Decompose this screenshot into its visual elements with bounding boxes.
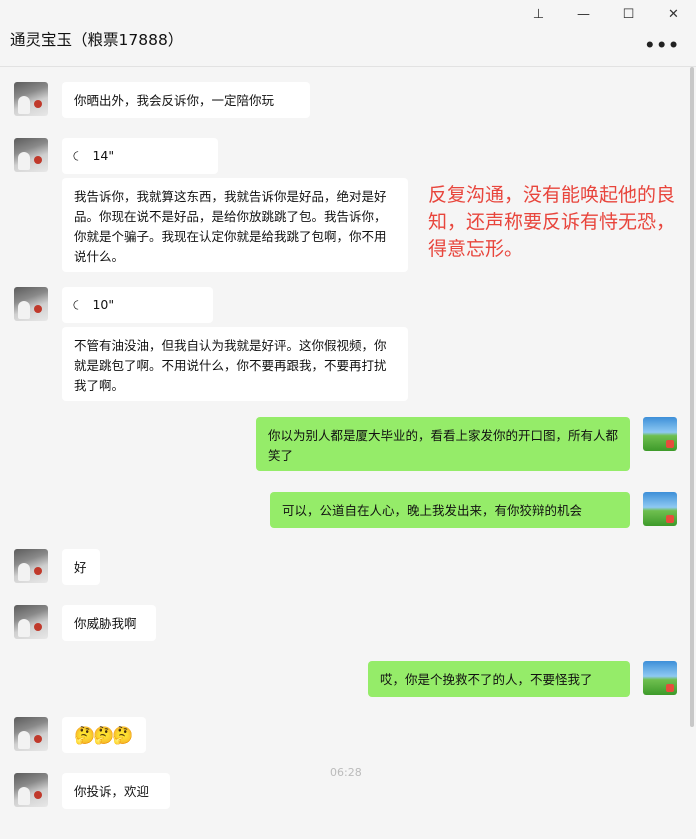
voice-duration: 14" (92, 148, 115, 163)
voice-duration: 10" (92, 297, 115, 312)
window-controls: ⊥ — ☐ ✕ (516, 0, 696, 28)
annotation-text: 反复沟通，没有能唤起他的良知，还声称要反诉有恃无恐，得意忘形。 (428, 184, 676, 260)
transcription-bubble: 不管有油没油，但我自认为我就是好评。这你假视频，你就是跳包了啊。不用说什么，你不… (62, 327, 408, 401)
avatar[interactable] (14, 287, 48, 321)
avatar[interactable] (643, 417, 677, 451)
emoji-message: 🤔🤔🤔 (62, 717, 146, 753)
voice-wave-icon: ◡ (72, 299, 87, 311)
message-bubble: 你投诉，欢迎 (62, 773, 170, 809)
chat-title: 通灵宝玉（粮票17888） (10, 31, 184, 49)
avatar[interactable] (643, 661, 677, 695)
message-bubble: 你以为别人都是厦大毕业的，看看上家发你的开口图，所有人都笑了 (256, 417, 630, 471)
voice-message[interactable]: ◡ 10" (62, 287, 213, 323)
avatar[interactable] (14, 717, 48, 751)
transcription-bubble: 我告诉你，我就算这东西，我就告诉你是好品，绝对是好品。你现在说不是好品，是给你放… (62, 178, 408, 272)
avatar[interactable] (14, 82, 48, 116)
avatar[interactable] (643, 492, 677, 526)
maximize-icon[interactable]: ☐ (606, 0, 651, 28)
close-icon[interactable]: ✕ (651, 0, 696, 28)
timestamp: 06:28 (330, 766, 362, 779)
more-options-button[interactable]: ••• (644, 36, 680, 56)
minimize-icon[interactable]: — (561, 0, 606, 28)
message-bubble: 哎，你是个挽救不了的人，不要怪我了 (368, 661, 630, 697)
voice-wave-icon: ◡ (72, 150, 87, 162)
message-bubble: 你晒出外，我会反诉你，一定陪你玩 (62, 82, 310, 118)
avatar[interactable] (14, 549, 48, 583)
message-bubble: 好 (62, 549, 100, 585)
pin-icon[interactable]: ⊥ (516, 0, 561, 28)
avatar[interactable] (14, 773, 48, 807)
avatar[interactable] (14, 605, 48, 639)
voice-message[interactable]: ◡ 14" (62, 138, 218, 174)
message-bubble: 可以，公道自在人心，晚上我发出来，有你狡辩的机会 (270, 492, 630, 528)
avatar[interactable] (14, 138, 48, 172)
message-bubble: 你威胁我啊 (62, 605, 156, 641)
